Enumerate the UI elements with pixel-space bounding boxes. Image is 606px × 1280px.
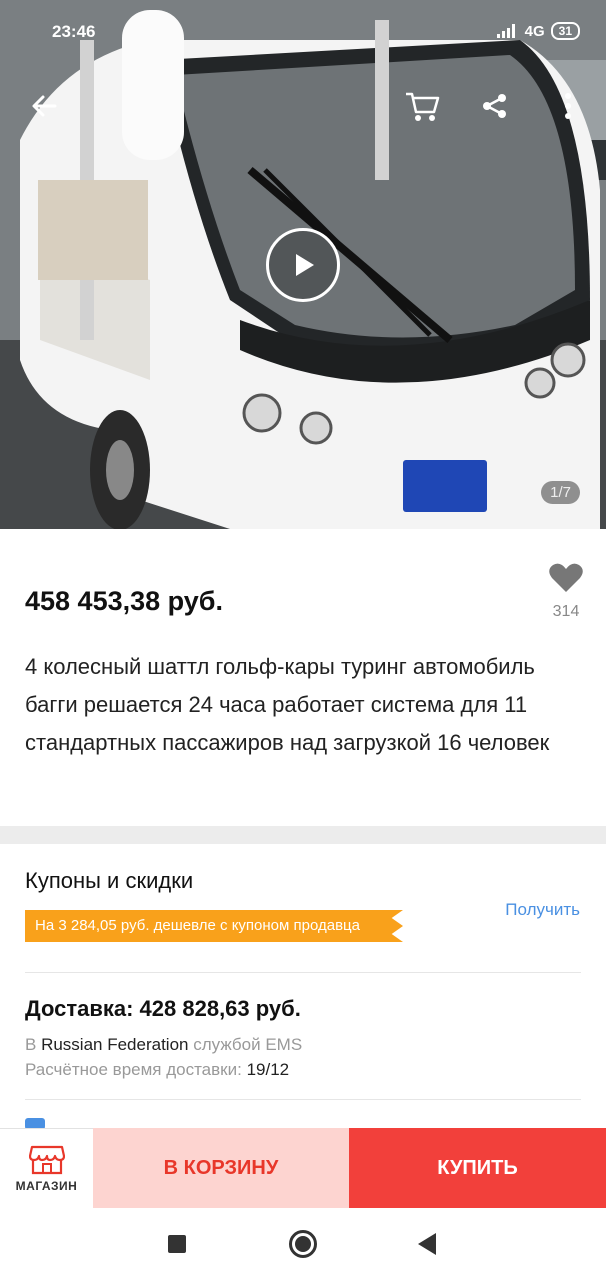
delivery-destination[interactable]: В Russian Federation службой EMS [25,1035,302,1055]
share-icon[interactable] [475,86,515,126]
signal-icon [496,24,515,38]
network-type: 4G [524,22,545,40]
delivery-price: Доставка: 428 828,63 руб. [25,996,301,1021]
status-time: 23:46 [52,22,96,41]
more-vert-icon[interactable] [548,86,588,126]
add-to-cart-button[interactable]: В КОРЗИНУ [93,1128,349,1208]
heart-icon [549,563,583,592]
product-title: 4 колесный шаттл гольф-кары туринг автом… [25,654,550,755]
status-indicators: 4G 31 [496,22,580,40]
product-image-gallery[interactable]: 23:46 4G 31 1/7 [0,0,606,529]
battery-icon: 31 [550,22,580,40]
delivery-service: службой EMS [193,1035,303,1054]
wishlist-button[interactable]: 314 [542,562,590,621]
delivery-country: Russian Federation [41,1035,189,1054]
coupon-tag[interactable]: На 3 284,05 руб. дешевле с купоном прода… [25,910,403,942]
home-icon[interactable] [289,1230,317,1258]
recent-apps-icon[interactable] [168,1235,186,1253]
cart-icon[interactable] [402,86,442,126]
status-bar: 23:46 4G 31 [0,0,606,66]
action-bar: МАГАЗИН В КОРЗИНУ КУПИТЬ [0,1128,606,1208]
wishlist-count: 314 [552,603,580,620]
store-icon [28,1145,65,1174]
delivery-estimate-value: 19/12 [246,1060,290,1079]
image-counter: 1/7 [541,481,580,504]
back-icon[interactable] [418,1233,436,1255]
get-coupon-link[interactable]: Получить [505,900,580,920]
divider [25,972,581,973]
product-price: 458 453,38 руб. [25,586,223,616]
section-divider [0,826,606,844]
delivery-to-prefix: В [25,1035,37,1054]
play-video-button[interactable] [266,228,340,302]
buy-now-button[interactable]: КУПИТЬ [349,1128,606,1208]
store-button[interactable]: МАГАЗИН [0,1128,93,1208]
delivery-estimate: Расчётное время доставки: 19/12 [25,1060,289,1080]
play-icon [296,254,314,276]
coupons-heading: Купоны и скидки [25,868,194,893]
store-label: МАГАЗИН [15,1178,78,1193]
system-navigation-bar [0,1208,606,1280]
back-arrow-icon[interactable] [24,86,64,126]
divider [25,1099,581,1100]
delivery-estimate-label: Расчётное время доставки: [25,1060,242,1079]
